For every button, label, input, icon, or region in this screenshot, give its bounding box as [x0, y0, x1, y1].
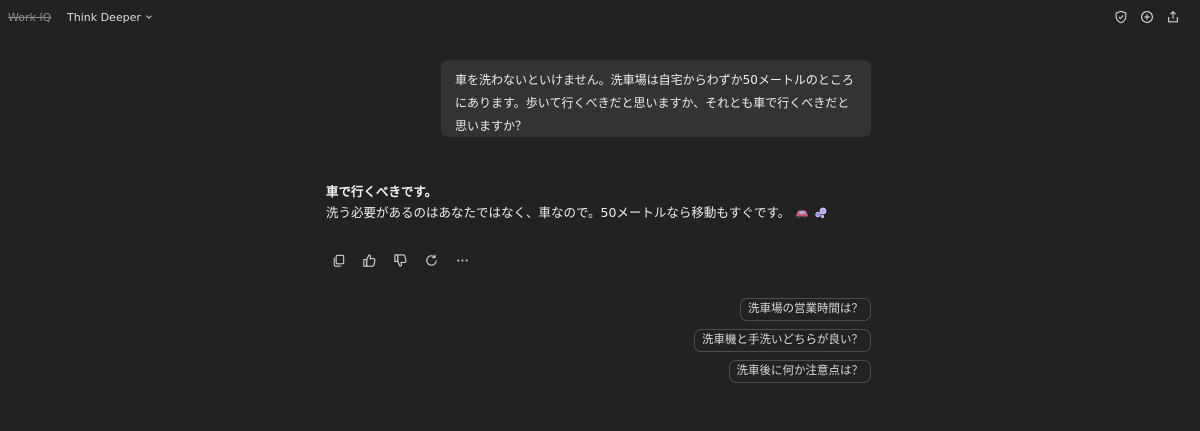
- regenerate-icon[interactable]: [424, 253, 439, 268]
- chat-page: Work IQ Think Deeper 車を洗わないといけません。洗車場は自宅…: [0, 0, 1200, 431]
- header-actions: [1114, 10, 1180, 24]
- suggestion-chip[interactable]: 洗車後に何か注意点は？: [728, 360, 871, 383]
- copy-icon[interactable]: [331, 253, 346, 268]
- user-message-bubble: 車を洗わないといけません。洗車場は自宅からわずか50メートルのところにあります。…: [441, 60, 871, 137]
- suggestion-list: 洗車場の営業時間は？ 洗車機と手洗いどちらが良い？ 洗車後に何か注意点は？: [694, 298, 871, 383]
- thumbs-down-icon[interactable]: [393, 253, 408, 268]
- brand-label[interactable]: Work IQ: [8, 11, 51, 24]
- thumbs-up-icon[interactable]: [362, 253, 377, 268]
- assistant-answer: 車で行くべきです。 洗う必要があるのはあなたではなく、車なので。50メートルなら…: [326, 181, 886, 224]
- more-icon[interactable]: [455, 253, 470, 268]
- answer-body-text: 洗う必要があるのはあなたではなく、車なので。50メートルなら移動もすぐです。: [326, 205, 791, 220]
- share-icon[interactable]: [1166, 10, 1180, 24]
- answer-body-line: 洗う必要があるのはあなたではなく、車なので。50メートルなら移動もすぐです。: [326, 202, 886, 224]
- chevron-down-icon: [145, 11, 153, 24]
- answer-title: 車で行くべきです。: [326, 184, 438, 199]
- bubbles-emoji-icon: [814, 207, 828, 219]
- top-bar: Work IQ Think Deeper: [0, 0, 1200, 36]
- new-chat-icon[interactable]: [1140, 10, 1154, 24]
- suggestion-chip[interactable]: 洗車機と手洗いどちらが良い？: [694, 329, 871, 352]
- mode-label: Think Deeper: [67, 11, 141, 24]
- message-actions: [331, 253, 470, 268]
- mode-dropdown[interactable]: Think Deeper: [67, 11, 153, 24]
- car-emoji-icon: [795, 207, 809, 219]
- suggestion-chip[interactable]: 洗車場の営業時間は？: [740, 298, 871, 321]
- shield-check-icon[interactable]: [1114, 10, 1128, 24]
